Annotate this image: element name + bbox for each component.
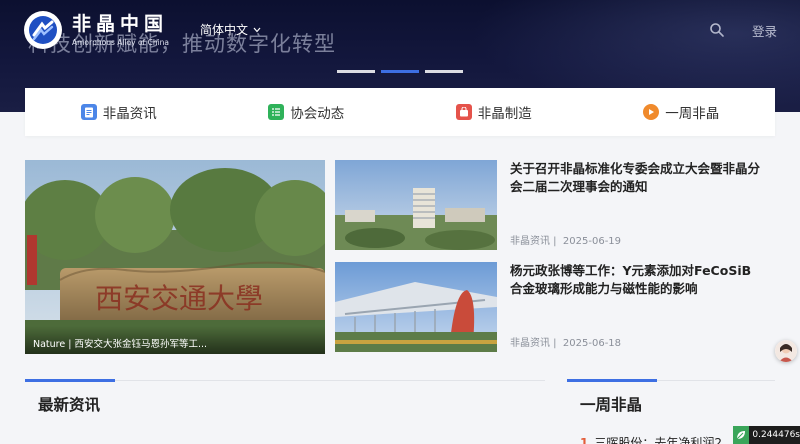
language-selector[interactable]: 简体中文 (200, 21, 261, 38)
news-thumbnail[interactable] (335, 262, 497, 352)
svg-text:西安交通大學: 西安交通大學 (95, 282, 263, 315)
category-tabs: 非晶资讯 协会动态 非晶制造 一周非晶 (25, 88, 775, 136)
logo-name-cn: 非晶中国 (72, 13, 169, 35)
carousel-dot[interactable] (337, 70, 375, 73)
document-icon (80, 104, 97, 120)
weekly-list-item[interactable]: 1 三晖股份：去年净利润2... (580, 434, 733, 444)
tab-amorphous-news[interactable]: 非晶资讯 (25, 102, 213, 122)
login-link[interactable]: 登录 (752, 21, 777, 40)
news-meta: 非晶资讯 | 2025-06-18 (510, 338, 622, 349)
chevron-down-icon (253, 27, 261, 33)
leaf-icon (733, 426, 750, 444)
tab-association-news[interactable]: 协会动态 (213, 102, 401, 122)
bag-icon (455, 104, 472, 120)
site-logo[interactable]: 非晶中国 Amorphous Alloy of China (24, 11, 169, 49)
featured-caption: Nature | 西安交大张金钰马恩孙军等工... (25, 326, 325, 354)
weekly-title: 三晖股份：去年净利润2... (594, 436, 734, 444)
tab-weekly[interactable]: 一周非晶 (588, 102, 776, 122)
tab-label: 非晶制造 (477, 106, 532, 122)
news-title[interactable]: 杨元政张博等工作：Y元素添加对FeCoSiB合金玻璃形成能力与磁性能的影响 (510, 262, 760, 298)
news-date: 2025-06-19 (562, 236, 622, 247)
featured-article[interactable]: 西安交通大學 Nature | 西安交大张金钰马恩孙军等工... (25, 160, 325, 354)
news-title[interactable]: 关于召开非晶标准化专委会成立大会暨非晶分会二届二次理事会的通知 (510, 160, 760, 196)
news-category: 非晶资讯 (510, 236, 550, 247)
section-title-weekly: 一周非晶 (580, 396, 643, 414)
carousel-indicators (337, 70, 463, 73)
performance-time: 0.244476s (752, 430, 800, 440)
performance-badge: 0.244476s (733, 426, 800, 444)
news-thumbnail[interactable] (335, 160, 497, 250)
logo-name-en: Amorphous Alloy of China (72, 38, 170, 47)
tab-label: 非晶资讯 (102, 106, 157, 122)
play-icon (643, 104, 660, 120)
carousel-dot[interactable] (425, 70, 463, 73)
tab-label: 协会动态 (290, 106, 345, 122)
featured-image: 西安交通大學 (25, 160, 325, 354)
section-accent-bar (567, 379, 657, 382)
support-avatar[interactable] (775, 340, 797, 362)
section-accent-bar (25, 379, 115, 382)
language-label: 简体中文 (200, 23, 249, 37)
section-title-latest: 最新资讯 (38, 396, 101, 414)
weekly-rank: 1 (580, 436, 589, 444)
carousel-dot-active[interactable] (381, 70, 419, 73)
news-date: 2025-06-18 (562, 338, 622, 349)
news-item[interactable]: 关于召开非晶标准化专委会成立大会暨非晶分会二届二次理事会的通知 非晶资讯 | 2… (335, 160, 775, 252)
logo-mark-icon (24, 11, 62, 49)
news-category: 非晶资讯 (510, 338, 550, 349)
search-icon[interactable] (709, 22, 725, 38)
news-meta: 非晶资讯 | 2025-06-19 (510, 236, 622, 247)
tab-label: 一周非晶 (665, 106, 720, 122)
list-icon (268, 104, 285, 120)
tab-manufacturing[interactable]: 非晶制造 (400, 102, 588, 122)
news-item[interactable]: 杨元政张博等工作：Y元素添加对FeCoSiB合金玻璃形成能力与磁性能的影响 非晶… (335, 262, 775, 354)
